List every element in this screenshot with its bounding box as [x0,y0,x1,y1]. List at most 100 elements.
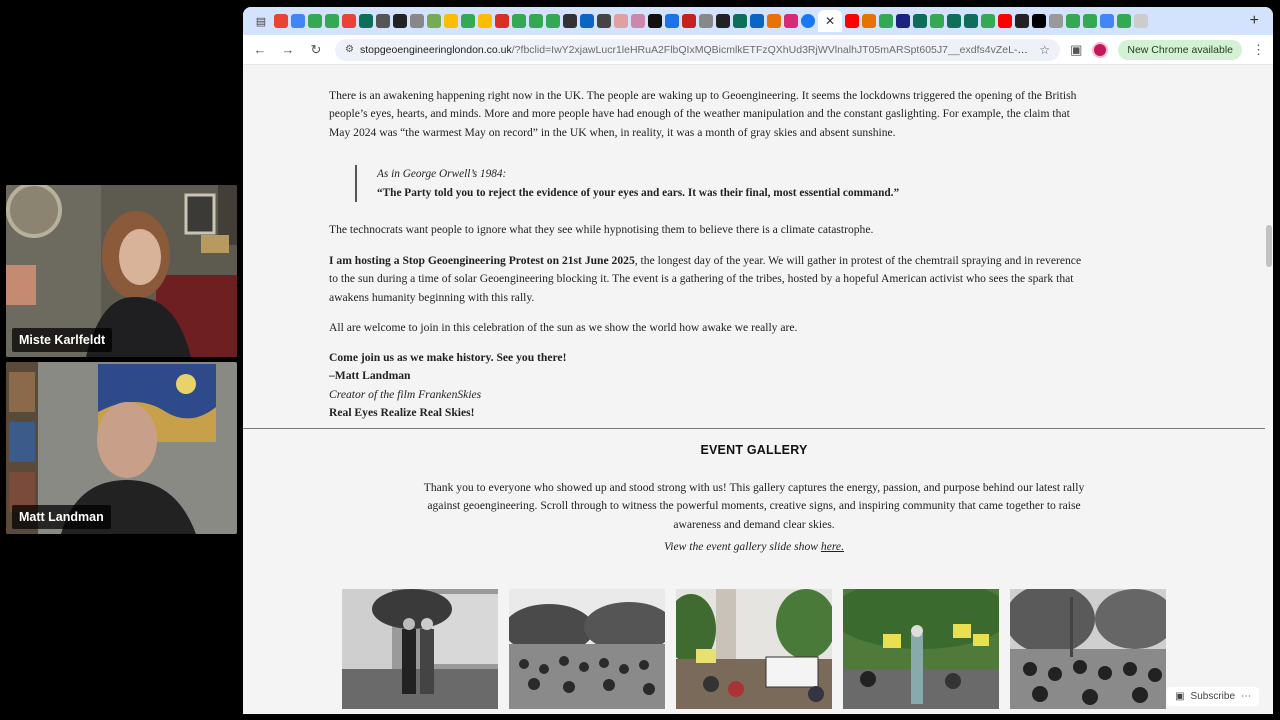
tab-site-11[interactable] [597,14,611,28]
subscribe-icon: ▣ [1175,691,1185,702]
tab-site-29[interactable] [981,14,995,28]
tab-site-20[interactable] [750,14,764,28]
tab-chrome-2[interactable] [325,14,339,28]
tab-amazon[interactable] [1015,14,1029,28]
tab-site-5[interactable] [427,14,441,28]
url-rest: /?fbclid=IwY2xjawLucr1leHRuA2FlbQIxMQBic… [511,43,1034,56]
gallery-thumbnails [342,589,1166,709]
article-paragraph-2: The technocrats want people to ignore wh… [329,223,874,236]
tab-site-13[interactable] [631,14,645,28]
tab-site-14[interactable] [648,14,662,28]
bookmark-star-icon[interactable]: ☆ [1039,43,1050,57]
gallery-title: EVENT GALLERY [700,443,808,457]
slideshow-link[interactable]: here. [821,540,844,553]
tab-site-21[interactable] [767,14,781,28]
tab-youtube[interactable] [845,14,859,28]
page-content: There is an awakening happening right no… [243,65,1273,714]
article-paragraph-3: I am hosting a Stop Geoengineering Prote… [329,252,1091,307]
tab-site-18[interactable] [716,14,730,28]
tab-site-23[interactable] [879,14,893,28]
gallery-photo-3[interactable] [676,589,832,709]
cast-icon[interactable]: ▣ [1070,42,1082,58]
tab-site-12[interactable] [614,14,628,28]
tab-site-31[interactable] [1066,14,1080,28]
reload-icon[interactable]: ↻ [307,42,325,58]
tab-site-17[interactable] [699,14,713,28]
scrollbar-thumb[interactable] [1266,225,1272,267]
signature-title: Creator of the film FrankenSkies [329,387,482,401]
gallery-photo-1[interactable] [342,589,498,709]
tab-gmail-2[interactable] [342,14,356,28]
tab-site-2[interactable] [376,14,390,28]
tab-site-1[interactable] [359,14,373,28]
tab-site-3[interactable] [393,14,407,28]
tab-google-2[interactable] [1100,14,1114,28]
site-info-icon[interactable]: ⚙ [345,44,354,55]
tab-site-26[interactable] [930,14,944,28]
participant-name-matt: Matt Landman [12,505,111,529]
new-chrome-available-button[interactable]: New Chrome available [1118,39,1242,60]
more-options-icon[interactable]: ⋯ [1241,691,1251,702]
tab-site-33[interactable] [1117,14,1131,28]
tab-site-16[interactable] [682,14,696,28]
tab-site-4[interactable] [410,14,424,28]
tab-youtube-2[interactable] [998,14,1012,28]
slideshow-line: View the event gallery slide show here. [243,540,1265,553]
back-icon[interactable]: ← [251,42,269,57]
tab-site-8[interactable] [529,14,543,28]
forward-icon[interactable]: → [279,42,297,57]
tab-site-25[interactable] [913,14,927,28]
tab-site-9[interactable] [546,14,560,28]
gallery-description: Thank you to everyone who showed up and … [423,481,1085,531]
tab-site-22[interactable] [862,14,876,28]
menu-icon[interactable]: ⋮ [1252,42,1265,58]
tab-linkedin[interactable] [580,14,594,28]
address-bar[interactable]: ⚙ stopgeoengineeringlondon.co.uk/?fbclid… [335,38,1061,61]
subscribe-widget[interactable]: ▣ Subscribe ⋯ [1167,687,1259,706]
tab-chrome-1[interactable] [308,14,322,28]
tab-facebook[interactable] [801,14,815,28]
orwell-quote: As in George Orwell’s 1984: “The Party t… [355,165,899,202]
tab-drive-2[interactable] [478,14,492,28]
tab-site-28[interactable] [964,14,978,28]
signature-slogan: Real Eyes Realize Real Skies! [329,405,475,419]
participant-tile-miste: Miste Karlfeldt [6,185,237,357]
tab-site-30[interactable] [1049,14,1063,28]
tab-site-7[interactable] [512,14,526,28]
tab-site-6[interactable] [461,14,475,28]
gallery-photo-2[interactable] [509,589,665,709]
tab-drive[interactable] [444,14,458,28]
page-scrollbar[interactable] [1265,65,1273,714]
tab-site-15[interactable] [665,14,679,28]
browser-window: ▤ ✕ + ← → ↻ ⚙ stopgeoengineeringlondon.c… [243,7,1273,714]
tab-instagram[interactable] [784,14,798,28]
subscribe-label[interactable]: Subscribe [1191,691,1235,702]
tab-active-close[interactable]: ✕ [818,10,842,32]
tab-google[interactable] [291,14,305,28]
signature-block: Come join us as we make history. See you… [329,349,1091,422]
close-icon[interactable]: ✕ [825,14,835,28]
quote-text: “The Party told you to reject the eviden… [377,186,900,199]
tab-search-icon[interactable]: ▤ [251,15,271,28]
tab-site-27[interactable] [947,14,961,28]
article-paragraph-4: All are welcome to join in this celebrat… [329,321,798,334]
tab-gmail[interactable] [274,14,288,28]
tab-pdf[interactable] [495,14,509,28]
quote-intro: As in George Orwell’s 1984: [377,168,507,180]
gallery-photo-5[interactable] [1010,589,1166,709]
tab-strip: ▤ ✕ + [243,7,1273,35]
tab-site-10[interactable] [563,14,577,28]
participant-tile-matt: Matt Landman [6,362,237,534]
tab-site-19[interactable] [733,14,747,28]
gallery-photo-4[interactable] [843,589,999,709]
tab-site-24[interactable] [896,14,910,28]
tab-site-32[interactable] [1083,14,1097,28]
slideshow-prefix: View the event gallery slide show [664,540,821,553]
section-divider [243,428,1265,429]
protest-announcement: I am hosting a Stop Geoengineering Prote… [329,254,635,267]
new-tab-button[interactable]: + [1244,12,1265,30]
article-paragraph-1: There is an awakening happening right no… [329,89,1077,139]
profile-avatar[interactable] [1092,41,1109,58]
tab-site-34[interactable] [1134,14,1148,28]
tab-x[interactable] [1032,14,1046,28]
